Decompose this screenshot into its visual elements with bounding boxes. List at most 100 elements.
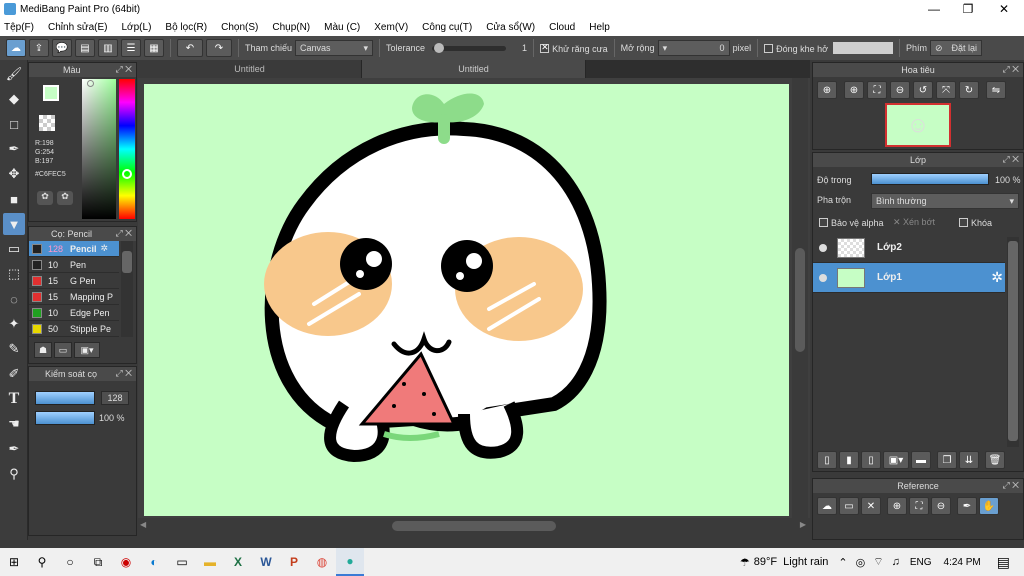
open-folder-icon[interactable]: ▭ bbox=[839, 497, 859, 515]
ref-eyedropper-icon[interactable]: ✒ bbox=[957, 497, 977, 515]
weather-text[interactable]: Light rain bbox=[783, 556, 828, 568]
task-view-icon[interactable]: ⧉ bbox=[84, 548, 112, 576]
menu-file[interactable]: Tệp(F) bbox=[4, 22, 34, 33]
windows-start-icon[interactable]: ⊞ bbox=[0, 548, 28, 576]
notification-icon[interactable]: ▤ bbox=[997, 554, 1010, 571]
palette-icon[interactable]: ✿ bbox=[37, 191, 53, 205]
panel-controls-icon[interactable]: ⤢ ✕ bbox=[115, 368, 132, 379]
delete-layer-icon[interactable]: 🗑 bbox=[985, 451, 1005, 469]
rotate-left-icon[interactable]: ↺ bbox=[913, 81, 933, 99]
scrollbar-thumb[interactable] bbox=[1008, 241, 1018, 441]
antialias-toggle[interactable]: Khử răng cưa bbox=[540, 42, 608, 54]
protect-alpha-toggle[interactable]: Bảo vệ alpha bbox=[819, 217, 884, 228]
brush-new-icon[interactable]: ▭ bbox=[54, 342, 72, 358]
duplicate-layer-icon[interactable]: ❐ bbox=[937, 451, 957, 469]
clipping-toggle[interactable]: ✕ Xén bớt bbox=[893, 217, 935, 228]
menu-color[interactable]: Màu (C) bbox=[324, 22, 360, 33]
tolerance-slider[interactable] bbox=[432, 42, 507, 53]
visibility-icon[interactable] bbox=[819, 273, 827, 282]
brush-row[interactable]: 10 Pen bbox=[29, 257, 119, 273]
saturation-value-picker[interactable] bbox=[82, 79, 116, 219]
menu-layer[interactable]: Lớp(L) bbox=[122, 22, 152, 33]
reference-select[interactable]: Canvas ▾ bbox=[295, 40, 374, 56]
close-gap-slider[interactable] bbox=[833, 42, 894, 54]
brush-size-value[interactable]: 128 bbox=[101, 391, 129, 405]
brush-row[interactable]: 10 Edge Pen bbox=[29, 305, 119, 321]
ref-fit-icon[interactable]: ⛶ bbox=[909, 497, 929, 515]
menu-edit[interactable]: Chỉnh sửa(E) bbox=[48, 22, 108, 33]
navigator-preview[interactable]: ☺ bbox=[885, 103, 951, 147]
powerpoint-icon[interactable]: P bbox=[280, 548, 308, 576]
list-icon[interactable]: ☰ bbox=[121, 39, 141, 57]
clock[interactable]: 4:24 PM bbox=[944, 557, 981, 568]
color-settings-icon[interactable]: ✿ bbox=[57, 191, 73, 205]
menu-tools[interactable]: Công cụ(T) bbox=[422, 22, 472, 33]
dot-icon[interactable]: □ bbox=[3, 113, 25, 135]
pen-icon[interactable]: ✒ bbox=[3, 138, 25, 160]
select-pen-icon[interactable]: ✎ bbox=[3, 338, 25, 360]
ref-zoom-in-icon[interactable]: ⊕ bbox=[887, 497, 907, 515]
folder-icon[interactable]: ▬ bbox=[911, 451, 931, 469]
blend-mode-select[interactable]: Bình thường ▾ bbox=[871, 193, 1019, 209]
brush-list-scrollbar[interactable] bbox=[121, 241, 133, 337]
menu-help[interactable]: Help bbox=[589, 22, 610, 33]
brush-row[interactable]: 15 Mapping P bbox=[29, 289, 119, 305]
canvas-vertical-scrollbar[interactable] bbox=[792, 78, 808, 522]
redo-icon[interactable]: ↷ bbox=[206, 39, 232, 57]
scroll-left-icon[interactable]: ◀ bbox=[140, 520, 146, 529]
chrome-icon[interactable]: ◍ bbox=[308, 548, 336, 576]
sv-cursor[interactable] bbox=[87, 80, 94, 87]
reset-button[interactable]: ⊘ Đặt lại bbox=[930, 40, 983, 56]
new-layer-icon[interactable]: ▯ bbox=[817, 451, 837, 469]
zoom-in-icon[interactable]: ⊕ bbox=[844, 81, 864, 99]
layer-list-scrollbar[interactable] bbox=[1007, 237, 1019, 447]
close-gap-checkbox[interactable] bbox=[764, 43, 774, 53]
monitor-icon[interactable]: ▭ bbox=[168, 548, 196, 576]
lock-toggle[interactable]: Khóa bbox=[959, 217, 992, 228]
menu-cloud[interactable]: Cloud bbox=[549, 22, 575, 33]
brush-row[interactable]: 50 Stipple Pe bbox=[29, 321, 119, 337]
fill-rect-icon[interactable]: ■ bbox=[3, 188, 25, 210]
file-explorer-icon[interactable]: ▬ bbox=[196, 548, 224, 576]
layer-opacity-slider[interactable] bbox=[871, 173, 989, 185]
edge-icon[interactable]: ◐ bbox=[140, 548, 168, 576]
ref-zoom-out-icon[interactable]: ⊖ bbox=[931, 497, 951, 515]
move-icon[interactable]: ✥ bbox=[3, 163, 25, 185]
brush-opacity-slider[interactable] bbox=[35, 411, 95, 425]
brush-icon[interactable]: 🖌 bbox=[3, 63, 25, 85]
scrollbar-thumb[interactable] bbox=[795, 248, 805, 352]
hand-icon[interactable]: ✋ bbox=[979, 497, 999, 515]
antialias-checkbox[interactable] bbox=[540, 42, 550, 53]
panel-controls-icon[interactable]: ⤢ ✕ bbox=[1002, 154, 1019, 165]
menu-window[interactable]: Cửa sổ(W) bbox=[486, 22, 535, 33]
pipette-icon[interactable]: ⚲ bbox=[3, 463, 25, 485]
expand-spinner[interactable]: ▾ 0 bbox=[657, 40, 730, 56]
select-rect-icon[interactable]: ⬚ bbox=[3, 263, 25, 285]
gear-icon[interactable]: ✲ bbox=[101, 243, 109, 254]
eraser-icon[interactable]: ◆ bbox=[3, 88, 25, 110]
brush-row[interactable]: 128 Pencil ✲ bbox=[29, 241, 119, 257]
grid-icon[interactable]: ▦ bbox=[144, 39, 164, 57]
maximize-button[interactable]: ❐ bbox=[950, 0, 986, 18]
close-gap-toggle[interactable]: Đóng khe hở bbox=[764, 43, 828, 54]
merge-layer-icon[interactable]: ⇊ bbox=[959, 451, 979, 469]
search-icon[interactable]: ⚲ bbox=[28, 548, 56, 576]
share-icon[interactable]: ⇪ bbox=[29, 39, 49, 57]
canvas-horizontal-scrollbar[interactable]: ◀ ▶ bbox=[138, 518, 810, 534]
tolerance-slider-knob[interactable] bbox=[433, 42, 444, 53]
network-icon[interactable]: ◎ bbox=[856, 556, 866, 569]
actual-size-icon[interactable]: ⛶ bbox=[867, 81, 887, 99]
canvas-area[interactable] bbox=[138, 78, 810, 522]
operation-icon[interactable]: ☚ bbox=[3, 413, 25, 435]
cortana-icon[interactable]: ○ bbox=[56, 548, 84, 576]
language-indicator[interactable]: ENG bbox=[910, 557, 932, 568]
menu-view[interactable]: Xem(V) bbox=[374, 22, 408, 33]
lasso-icon[interactable]: ◌ bbox=[3, 288, 25, 310]
close-reference-icon[interactable]: ✕ bbox=[861, 497, 881, 515]
select-eraser-icon[interactable]: ✐ bbox=[3, 363, 25, 385]
wifi-icon[interactable]: ⌔ bbox=[873, 555, 883, 569]
zoom-out-icon[interactable]: ⊖ bbox=[890, 81, 910, 99]
visibility-icon[interactable] bbox=[819, 243, 827, 252]
rotate-right-icon[interactable]: ↻ bbox=[959, 81, 979, 99]
zoom-fit-icon[interactable]: ⊕ bbox=[817, 81, 837, 99]
